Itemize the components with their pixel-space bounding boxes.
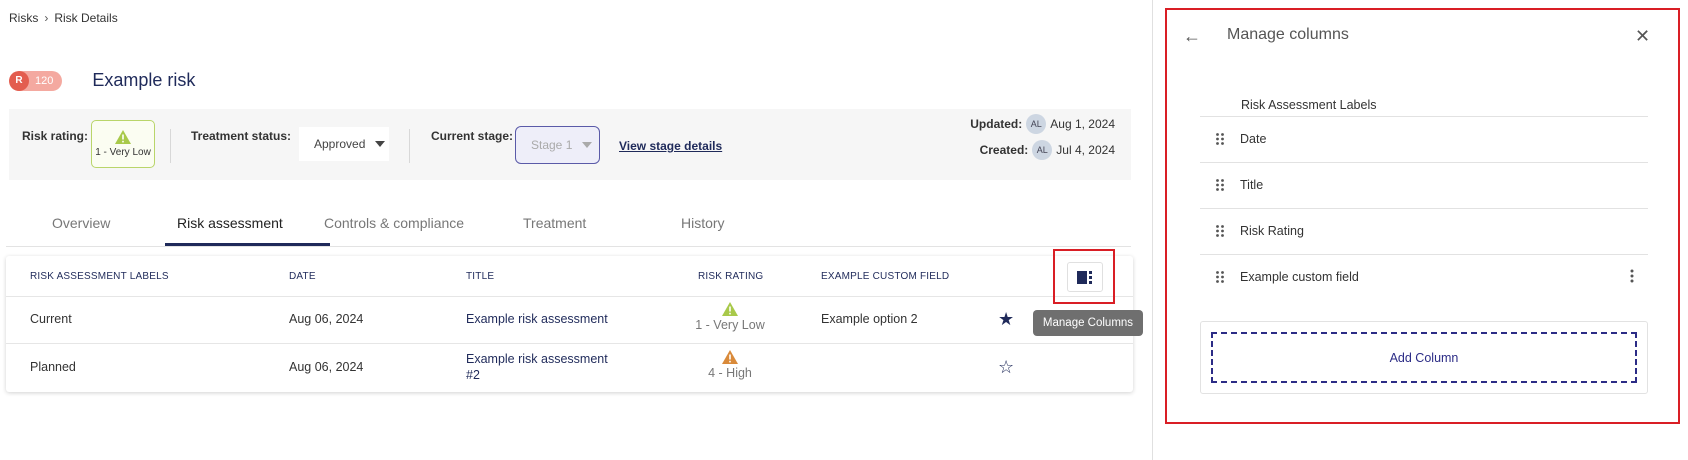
manage-columns-panel: ← Manage columns ✕ Risk Assessment Label… [1165, 8, 1680, 424]
star-outline-icon[interactable]: ☆ [998, 358, 1014, 376]
risk-id-badge: R 120 [9, 70, 63, 91]
column-item-date[interactable]: Date [1200, 116, 1648, 162]
risk-summary-bar: Risk rating: 1 - Very Low Treatment stat… [9, 109, 1131, 180]
more-vertical-icon[interactable] [1630, 269, 1634, 288]
created-meta: Created: AL Jul 4, 2024 [980, 140, 1115, 160]
breadcrumb-current: Risk Details [54, 11, 118, 25]
updated-label: Updated: [970, 117, 1023, 131]
fixed-column-label: Risk Assessment Labels [1241, 98, 1377, 112]
risk-rating-label: Risk rating: [22, 129, 89, 143]
risk-rating-text: 1 - Very Low [695, 318, 765, 332]
created-date: Jul 4, 2024 [1056, 143, 1115, 157]
column-item-risk-rating[interactable]: Risk Rating [1200, 208, 1648, 254]
tab-treatment[interactable]: Treatment [523, 215, 586, 231]
risk-header: R 120 Example risk [9, 70, 195, 91]
row-divider [6, 296, 1133, 297]
cell-date: Aug 06, 2024 [289, 312, 364, 326]
tab-overview[interactable]: Overview [52, 215, 110, 231]
cell-risk-rating: 4 - High [685, 350, 775, 380]
column-name: Example custom field [1240, 270, 1359, 284]
treatment-status-value: Approved [314, 137, 366, 151]
column-name: Date [1240, 132, 1267, 146]
avatar: AL [1026, 114, 1047, 134]
caret-down-icon [375, 141, 386, 147]
tab-risk-assessment[interactable]: Risk assessment [177, 215, 283, 231]
cell-label: Planned [30, 360, 76, 374]
tab-bar: Overview Risk assessment Controls & comp… [6, 205, 1131, 247]
column-item-example-custom-field[interactable]: Example custom field [1200, 254, 1648, 300]
warning-triangle-icon [722, 302, 738, 316]
risk-badge-number: 120 [35, 74, 54, 87]
tab-history[interactable]: History [681, 215, 725, 231]
created-label: Created: [979, 143, 1029, 157]
page-title: Example risk [92, 70, 196, 90]
arrow-left-icon[interactable]: ← [1183, 26, 1201, 47]
active-tab-indicator [165, 243, 330, 246]
assessment-title-link[interactable]: Example risk assessment [466, 312, 608, 326]
close-icon[interactable]: ✕ [1635, 26, 1650, 47]
add-column-button[interactable]: Add Column [1211, 332, 1637, 383]
manage-columns-highlight [1053, 249, 1115, 304]
updated-date: Aug 1, 2024 [1050, 117, 1115, 131]
divider [170, 129, 171, 163]
cell-date: Aug 06, 2024 [289, 360, 364, 374]
risk-rating-text: 4 - High [708, 366, 752, 380]
updated-meta: Updated: AL Aug 1, 2024 [970, 114, 1115, 134]
assessment-title-link[interactable]: Example risk assessment [466, 352, 608, 366]
breadcrumb-risks-link[interactable]: Risks [9, 11, 38, 25]
breadcrumb: Risks › Risk Details [9, 11, 118, 25]
treatment-status-label: Treatment status: [191, 129, 292, 143]
view-stage-details-link[interactable]: View stage details [619, 139, 722, 153]
assessment-title-link-cont[interactable]: #2 [466, 368, 480, 382]
drag-handle-icon[interactable] [1200, 271, 1240, 283]
column-header[interactable]: RISK ASSESSMENT LABELS [30, 271, 169, 282]
avatar: AL [1032, 140, 1053, 160]
column-header[interactable]: EXAMPLE CUSTOM FIELD [821, 271, 949, 282]
risk-assessment-table: RISK ASSESSMENT LABELS DATE TITLE RISK R… [6, 256, 1133, 392]
current-stage-select[interactable]: Stage 1 [515, 126, 600, 164]
row-divider [6, 343, 1133, 344]
manage-columns-tooltip: Manage Columns [1033, 310, 1143, 336]
divider [409, 129, 410, 163]
column-header[interactable]: RISK RATING [698, 271, 763, 282]
column-item-title[interactable]: Title [1200, 162, 1648, 208]
warning-triangle-icon [115, 130, 131, 144]
panel-title: Manage columns [1227, 26, 1349, 43]
column-header[interactable]: TITLE [466, 271, 494, 282]
risk-rating-indicator: 1 - Very Low [91, 120, 155, 168]
add-column-card: Add Column [1200, 321, 1648, 394]
drag-handle-icon[interactable] [1200, 179, 1240, 191]
tab-controls-compliance[interactable]: Controls & compliance [324, 215, 464, 231]
caret-down-icon [582, 142, 593, 148]
cell-risk-rating: 1 - Very Low [685, 302, 775, 332]
current-stage-label: Current stage: [431, 129, 514, 143]
drag-handle-icon[interactable] [1200, 225, 1240, 237]
cell-custom-field: Example option 2 [821, 312, 918, 326]
treatment-status-select[interactable]: Approved [299, 127, 389, 161]
column-name: Title [1240, 178, 1264, 192]
chevron-right-icon: › [44, 11, 49, 25]
warning-triangle-icon [722, 350, 738, 364]
current-stage-value: Stage 1 [531, 138, 573, 152]
risk-badge-letter: R [9, 70, 29, 91]
drag-handle-icon[interactable] [1200, 133, 1240, 145]
manage-columns-button[interactable] [1067, 262, 1103, 292]
star-filled-icon[interactable]: ★ [998, 310, 1014, 328]
manage-columns-icon [1077, 270, 1092, 284]
column-header[interactable]: DATE [289, 271, 316, 282]
column-name: Risk Rating [1240, 224, 1304, 238]
cell-label: Current [30, 312, 72, 326]
panel-divider [1152, 0, 1153, 460]
risk-rating-value: 1 - Very Low [95, 147, 151, 158]
